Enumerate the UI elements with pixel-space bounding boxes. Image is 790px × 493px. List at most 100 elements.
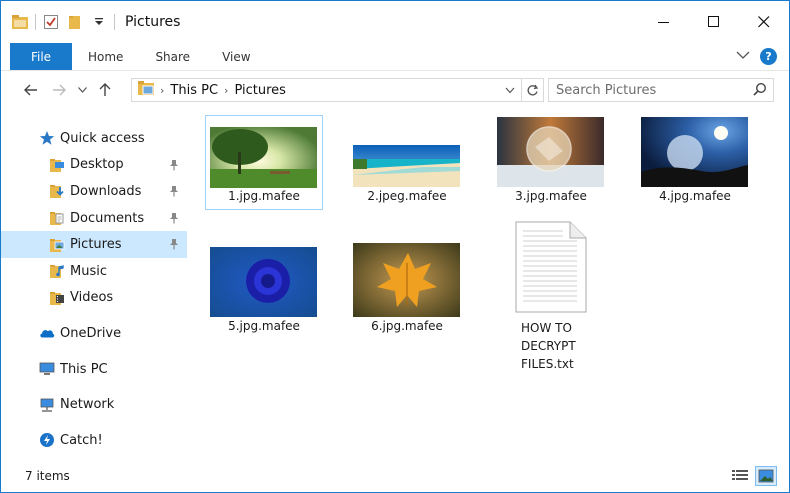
- nav-quick-access-label: Quick access: [60, 130, 145, 146]
- customize-toolbar-chevron-icon[interactable]: [90, 13, 108, 31]
- thumbnail-forest-sunrise: [210, 127, 317, 188]
- properties-check-icon[interactable]: [42, 13, 60, 31]
- nav-this-pc[interactable]: This PC: [1, 356, 187, 383]
- thumbnail-blue-rose: [210, 247, 317, 317]
- network-icon: [39, 397, 55, 413]
- tab-share[interactable]: Share: [139, 43, 206, 70]
- nav-quick-access[interactable]: Quick access: [1, 125, 187, 152]
- details-view-button[interactable]: [729, 466, 751, 486]
- maximize-button[interactable]: [689, 1, 739, 43]
- up-button[interactable]: [91, 75, 119, 105]
- pictures-folder-icon: [49, 237, 65, 253]
- pin-icon[interactable]: [169, 212, 179, 227]
- breadcrumb-separator-icon: ›: [224, 83, 229, 97]
- view-toggle: [729, 466, 777, 486]
- nav-item-desktop[interactable]: Desktop: [1, 152, 187, 179]
- nav-item-label: Documents: [70, 210, 145, 226]
- file-list: 1.jpg.mafee 2.jpeg.mafee 3.jpg.mafee 4.j…: [191, 109, 783, 459]
- file-name: 6.jpg.mafee: [371, 319, 443, 333]
- toolbar-separator: [114, 14, 115, 30]
- pin-icon[interactable]: [169, 159, 179, 174]
- computer-icon: [39, 361, 55, 377]
- window-title: Pictures: [125, 14, 181, 30]
- breadcrumb-pictures[interactable]: Pictures: [234, 83, 285, 98]
- item-count: 7 items: [25, 468, 70, 483]
- window-controls: [639, 1, 789, 43]
- nav-item-label: Pictures: [70, 237, 122, 253]
- star-icon: [39, 130, 55, 146]
- thumbnail-bubble-night: [641, 117, 748, 187]
- back-button[interactable]: [17, 75, 45, 105]
- nav-item-videos[interactable]: Videos: [1, 285, 187, 312]
- videos-folder-icon: [49, 290, 65, 306]
- pictures-location-icon: [138, 81, 154, 99]
- ribbon-right: ?: [736, 43, 789, 70]
- nav-item-label: Music: [70, 263, 107, 279]
- thumbnail-autumn-leaf: [353, 243, 460, 317]
- navigation-pane: Quick access Desktop Downloads Documents…: [1, 109, 187, 459]
- title-bar: Pictures: [1, 1, 789, 43]
- navigation-bar: › This PC › Pictures: [1, 71, 789, 109]
- search-box: [548, 78, 774, 102]
- explorer-folder-icon: [11, 13, 29, 31]
- forward-button[interactable]: [45, 75, 73, 105]
- file-item-7[interactable]: HOW TO DECRYPT FILES.txt: [521, 319, 591, 373]
- minimize-button[interactable]: [639, 1, 689, 43]
- search-input[interactable]: [556, 82, 746, 98]
- nav-item-label: Videos: [70, 290, 114, 306]
- cloud-icon: [39, 325, 55, 341]
- nav-network[interactable]: Network: [1, 391, 187, 418]
- toolbar-separator: [35, 14, 36, 30]
- search-icon[interactable]: [753, 82, 767, 100]
- address-bar[interactable]: › This PC › Pictures: [131, 78, 544, 102]
- music-folder-icon: [49, 263, 65, 279]
- file-name-line: HOW TO: [521, 321, 572, 335]
- file-name: 4.jpg.mafee: [659, 189, 731, 203]
- breadcrumb-separator-icon: ›: [160, 83, 165, 97]
- nav-item-music[interactable]: Music: [1, 258, 187, 285]
- large-icons-view-button[interactable]: [755, 466, 777, 486]
- explorer-window: Pictures File Home Share View ? › This P…: [0, 0, 790, 493]
- pin-icon[interactable]: [169, 185, 179, 200]
- nav-catch-label: Catch!: [60, 432, 103, 448]
- address-history-chevron-icon[interactable]: [499, 83, 521, 97]
- documents-folder-icon: [49, 210, 65, 226]
- downloads-folder-icon: [49, 183, 65, 199]
- close-button[interactable]: [739, 1, 789, 43]
- breadcrumb-this-pc[interactable]: This PC: [170, 83, 218, 98]
- expand-ribbon-chevron-icon[interactable]: [736, 49, 750, 64]
- file-name-line: DECRYPT: [521, 339, 576, 353]
- status-bar: 7 items: [1, 459, 789, 492]
- file-name: 2.jpeg.mafee: [367, 189, 447, 203]
- file-name: 1.jpg.mafee: [228, 189, 300, 203]
- nav-catch[interactable]: Catch!: [1, 427, 187, 454]
- tab-file[interactable]: File: [10, 43, 72, 70]
- nav-onedrive[interactable]: OneDrive: [1, 320, 187, 347]
- thumbnail-tropical-beach: [353, 145, 460, 187]
- nav-item-label: Desktop: [70, 157, 124, 173]
- desktop-folder-icon: [49, 157, 65, 173]
- file-name: 3.jpg.mafee: [515, 189, 587, 203]
- ribbon-tabs: File Home Share View ?: [1, 43, 789, 71]
- nav-item-pictures[interactable]: Pictures: [1, 231, 187, 258]
- nav-item-documents[interactable]: Documents: [1, 205, 187, 232]
- tab-home[interactable]: Home: [72, 43, 139, 70]
- text-document-icon: [515, 221, 587, 313]
- help-button[interactable]: ?: [760, 48, 777, 65]
- quick-access-toolbar: [1, 1, 115, 43]
- file-name: 5.jpg.mafee: [228, 319, 300, 333]
- nav-this-pc-label: This PC: [60, 361, 108, 377]
- refresh-icon[interactable]: [521, 79, 543, 101]
- address-actions: [499, 79, 543, 101]
- new-folder-icon[interactable]: [66, 13, 84, 31]
- nav-item-label: Downloads: [70, 183, 142, 199]
- tab-view[interactable]: View: [206, 43, 266, 70]
- nav-item-downloads[interactable]: Downloads: [1, 178, 187, 205]
- recent-locations-chevron-icon[interactable]: [73, 75, 91, 105]
- nav-onedrive-label: OneDrive: [60, 325, 122, 341]
- file-name-line: FILES.txt: [521, 357, 574, 371]
- nav-network-label: Network: [60, 397, 115, 413]
- pin-icon[interactable]: [169, 238, 179, 253]
- catch-app-icon: [39, 432, 55, 448]
- thumbnail-frozen-bubble: [497, 117, 604, 187]
